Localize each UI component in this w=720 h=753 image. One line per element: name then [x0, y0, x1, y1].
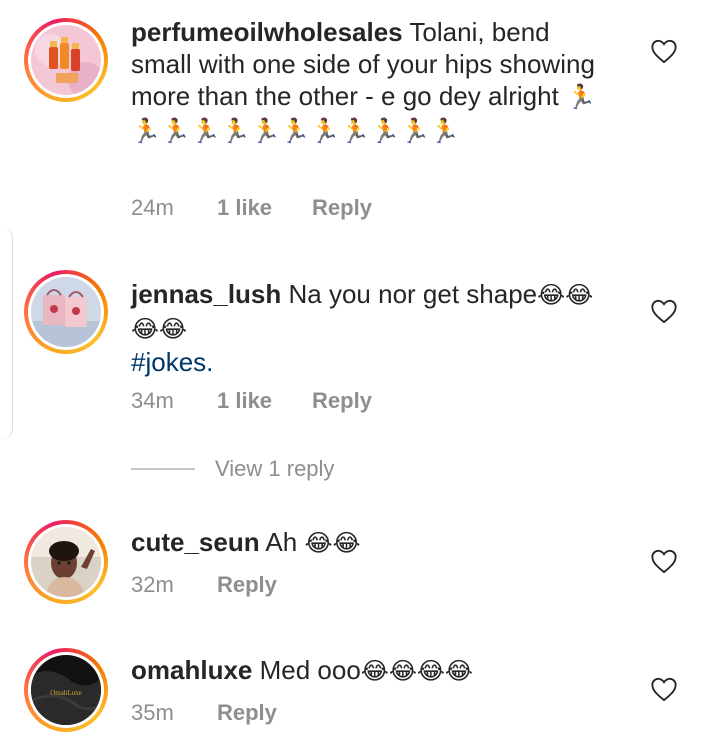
heart-icon[interactable] [650, 676, 678, 702]
comment-text: Med ooo [259, 655, 361, 685]
reply-button[interactable]: Reply [217, 700, 277, 726]
comment-text: Na you nor get shape [288, 279, 538, 309]
brand-logo-text: OmahLuxe [50, 689, 82, 697]
comment-emojis: 😂😂 [304, 530, 361, 557]
avatar-image [31, 25, 101, 95]
view-replies-label: View 1 reply [215, 456, 335, 481]
comment-body: cute_seun Ah 😂😂 [131, 526, 611, 560]
view-replies-button[interactable]: View 1 reply [131, 456, 334, 482]
comment-username[interactable]: omahluxe [131, 655, 252, 685]
avatar[interactable] [24, 520, 108, 604]
comment-username[interactable]: cute_seun [131, 527, 260, 557]
comment-time: 35m [131, 700, 174, 725]
heart-icon[interactable] [650, 298, 678, 324]
comment-body: perfumeoilwholesales Tolani, bend small … [131, 16, 611, 148]
comment-emojis: 😂😂😂😂 [360, 658, 473, 685]
reply-button[interactable]: Reply [312, 195, 372, 221]
avatar[interactable]: OmahLuxe [24, 648, 108, 732]
comment-time: 32m [131, 572, 174, 597]
avatar-image [31, 277, 101, 347]
comment-likes[interactable]: 1 like [217, 388, 272, 414]
avatar[interactable] [24, 18, 108, 102]
comment-meta: 32m Reply [131, 572, 277, 598]
comment-likes[interactable]: 1 like [217, 195, 272, 221]
comment-username[interactable]: jennas_lush [131, 279, 281, 309]
comment-meta: 35m Reply [131, 700, 277, 726]
panel-edge [0, 226, 13, 440]
reply-button[interactable]: Reply [312, 388, 372, 414]
heart-icon[interactable] [650, 38, 678, 64]
comment-body: omahluxe Med ooo😂😂😂😂 [131, 654, 611, 688]
comment-meta: 24m 1 like Reply [131, 195, 372, 221]
reply-button[interactable]: Reply [217, 572, 277, 598]
comment-username[interactable]: perfumeoilwholesales [131, 17, 403, 47]
avatar[interactable] [24, 270, 108, 354]
hashtag-link[interactable]: #jokes. [131, 346, 611, 378]
comment-time: 34m [131, 388, 174, 413]
avatar-image: OmahLuxe [31, 655, 101, 725]
comment-meta: 34m 1 like Reply [131, 388, 372, 414]
avatar-image [31, 527, 101, 597]
comment-text: Ah [265, 527, 298, 557]
heart-icon[interactable] [650, 548, 678, 574]
view-replies-line [131, 468, 195, 470]
comment-body: jennas_lush Na you nor get shape😂😂😂😂 #jo… [131, 278, 611, 378]
comment-time: 24m [131, 195, 174, 220]
